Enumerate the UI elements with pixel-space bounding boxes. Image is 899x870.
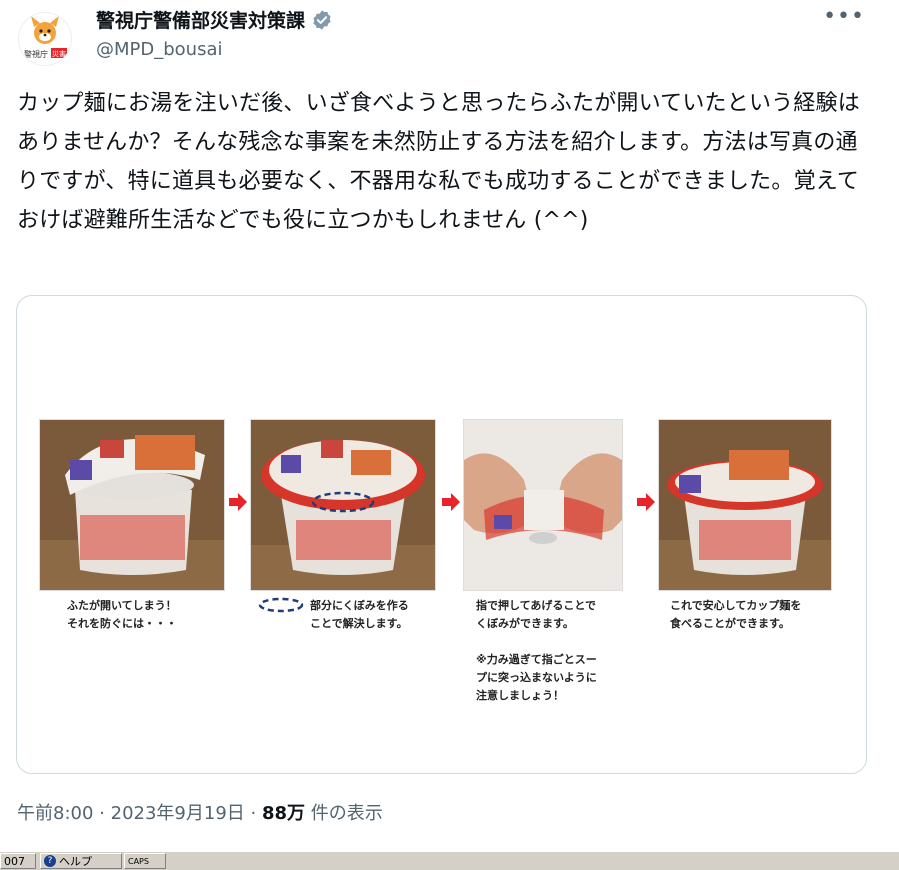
views-label: 件の表示 bbox=[310, 803, 383, 824]
account-name-row: 警視庁警備部災害対策課 bbox=[96, 6, 333, 33]
arrow-right-icon bbox=[229, 493, 247, 511]
taskbar-counter: 007 bbox=[0, 853, 36, 869]
tweet-media[interactable]: ふたが開いてしまう！ それを防ぐには・・・ 部分にくぼみを作る ことで解決します… bbox=[16, 295, 867, 774]
caps-label: CAPS bbox=[128, 856, 149, 866]
step-1-photo bbox=[39, 419, 225, 591]
arrow-right-icon bbox=[637, 493, 655, 511]
separator: · bbox=[250, 803, 257, 824]
tweet-date[interactable]: 2023年9月19日 bbox=[111, 803, 245, 824]
caps-indicator: CAPS bbox=[124, 853, 166, 869]
step-1-caption: ふたが開いてしまう！ それを防ぐには・・・ bbox=[67, 599, 177, 630]
taskbar: 007 ? ヘルプ CAPS bbox=[0, 851, 899, 870]
display-name[interactable]: 警視庁警備部災害対策課 bbox=[96, 6, 305, 33]
help-button[interactable]: ? ヘルプ bbox=[40, 853, 122, 869]
step-4-caption: これで安心してカップ麺を 食べることができます。 bbox=[670, 599, 802, 630]
step-3-photo bbox=[463, 419, 623, 591]
dashed-oval-icon bbox=[258, 597, 304, 613]
avatar[interactable]: 警視庁 災害 bbox=[18, 12, 72, 66]
svg-text:警視庁: 警視庁 bbox=[24, 49, 48, 59]
mascot-logo-icon: 警視庁 災害 bbox=[23, 16, 67, 59]
account-handle[interactable]: @MPD_bousai bbox=[96, 39, 223, 60]
help-label: ヘルプ bbox=[59, 855, 92, 868]
views-count: 88万 bbox=[262, 803, 306, 824]
more-options-icon[interactable]: ••• bbox=[823, 4, 865, 29]
step-4-photo bbox=[658, 419, 832, 591]
svg-text:災害: 災害 bbox=[52, 49, 66, 58]
step-2-caption: 部分にくぼみを作る ことで解決します。 bbox=[310, 599, 409, 630]
tweet-text: カップ麺にお湯を注いだ後、いざ食べようと思ったらふたが開いていたという経験はあり… bbox=[17, 91, 860, 233]
step-3-caption: 指で押してあげることで くぼみができます。 ※力み過ぎて指ごとスー プに突っ込ま… bbox=[476, 599, 597, 702]
verified-badge-icon[interactable] bbox=[311, 9, 333, 31]
separator: · bbox=[99, 803, 105, 824]
arrow-right-icon bbox=[442, 493, 460, 511]
help-icon: ? bbox=[44, 855, 56, 867]
step-2-photo bbox=[250, 419, 436, 591]
tweet-meta: 午前8:00 · 2023年9月19日 · 88万 件の表示 bbox=[17, 799, 383, 825]
tweet-time[interactable]: 午前8:00 bbox=[17, 803, 93, 824]
